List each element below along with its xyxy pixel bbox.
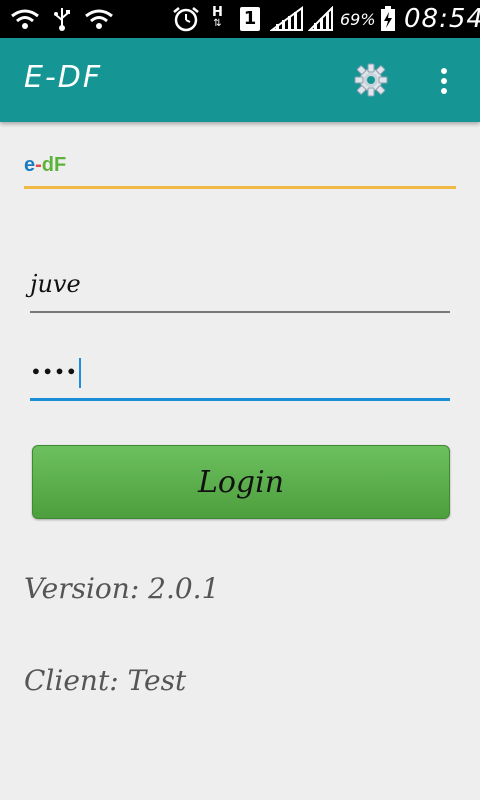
signal-icon xyxy=(308,6,334,32)
login-button[interactable]: Login xyxy=(32,445,450,519)
usb-icon xyxy=(52,6,72,32)
sim-1-icon: 1 xyxy=(240,6,260,32)
text-cursor xyxy=(79,358,82,388)
signal-icon xyxy=(270,6,304,32)
password-field[interactable]: •••• xyxy=(30,352,450,404)
clock: 08:54 xyxy=(404,4,480,34)
version-text: Version: 2.0.1 xyxy=(24,572,220,605)
edf-logo: e-dF xyxy=(24,154,66,177)
gear-icon[interactable] xyxy=(354,63,388,97)
status-bar: H ⇅ 1 69% 08:54 xyxy=(0,0,480,38)
logo-divider xyxy=(24,186,456,189)
logo-dash: - xyxy=(35,154,42,176)
overflow-menu-icon[interactable] xyxy=(430,66,458,96)
logo-df: dF xyxy=(41,154,67,176)
app-title: E-DF xyxy=(24,60,103,95)
username-underline xyxy=(30,311,450,313)
app-bar: E-DF xyxy=(0,38,480,122)
username-field[interactable]: juve xyxy=(30,268,450,316)
client-text: Client: Test xyxy=(24,664,187,697)
username-value: juve xyxy=(30,270,81,298)
password-underline xyxy=(30,398,450,401)
password-value: •••• xyxy=(30,359,78,384)
logo-e: e xyxy=(24,154,36,176)
battery-charging-icon xyxy=(380,6,396,32)
sim-number: 1 xyxy=(240,7,260,31)
h-network-icon: H ⇅ xyxy=(212,5,223,29)
alarm-icon xyxy=(172,6,200,32)
wifi-icon xyxy=(84,6,114,32)
battery-percent: 69% xyxy=(340,9,376,29)
wifi-icon xyxy=(10,6,40,32)
